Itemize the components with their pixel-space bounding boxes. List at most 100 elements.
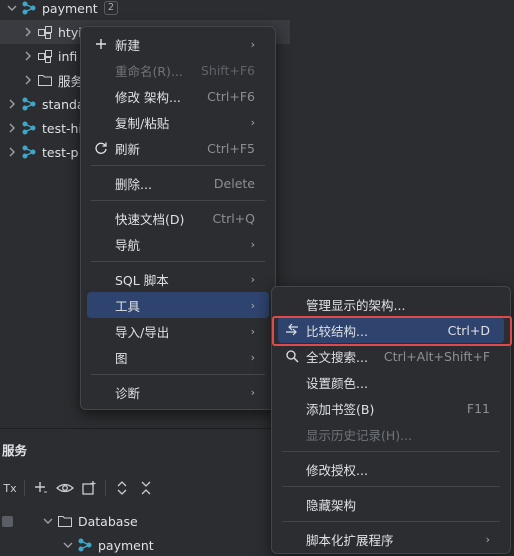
submenu-arrow-icon: › xyxy=(250,272,255,286)
menu-separator xyxy=(91,165,265,166)
schema-icon xyxy=(20,120,38,136)
chevron-down-icon[interactable] xyxy=(4,0,20,16)
menu-item-add-bookmark[interactable]: 添加书签(B) F11 xyxy=(278,395,504,421)
menu-item-modify-schema[interactable]: 修改 架构... Ctrl+F6 xyxy=(87,83,269,109)
menu-item-navigate[interactable]: 导航 › xyxy=(87,231,269,257)
service-item-database[interactable]: Database xyxy=(40,509,138,533)
chevron-right-icon[interactable] xyxy=(4,144,20,160)
eye-icon[interactable] xyxy=(53,477,77,499)
menu-separator xyxy=(91,374,265,375)
menu-item-set-color[interactable]: 设置颜色... xyxy=(278,369,504,395)
shortcut: Delete xyxy=(213,175,255,191)
menu-item-full-text-search[interactable]: 全文搜索... Ctrl+Alt+Shift+F xyxy=(278,343,504,369)
menu-item-label: SQL 脚本 xyxy=(115,272,169,288)
menu-item-scripted-extensions[interactable]: 脚本化扩展程序 › xyxy=(278,526,504,552)
submenu-arrow-icon: › xyxy=(250,385,255,399)
collapse-all-icon[interactable] xyxy=(134,477,158,499)
menu-item-delete[interactable]: 删除... Delete xyxy=(87,170,269,196)
tree-item-infi[interactable]: infi xyxy=(20,44,77,68)
menu-item-refresh[interactable]: 刷新 Ctrl+F5 xyxy=(87,135,269,161)
menu-item-label: 隐藏架构 xyxy=(306,497,357,513)
menu-item-label: 快速文档(D) xyxy=(115,211,185,227)
tree-item-htyi[interactable]: htyi xyxy=(20,20,82,44)
tree-label: payment xyxy=(98,537,154,553)
menu-item-diagram[interactable]: 图 › xyxy=(87,344,269,370)
schema-group-icon xyxy=(36,48,54,64)
menu-item-hide-schema[interactable]: 隐藏架构 xyxy=(278,491,504,517)
menu-item-label: 修改 架构... xyxy=(115,89,181,105)
menu-item-manage-schemas[interactable]: 管理显示的架构... xyxy=(278,291,504,317)
chevron-down-icon[interactable] xyxy=(40,513,56,529)
shortcut: Ctrl+D xyxy=(447,322,490,338)
tree-item-services[interactable]: 服务 xyxy=(20,68,83,92)
menu-item-import-export[interactable]: 导入/导出 › xyxy=(87,318,269,344)
menu-item-label: 删除... xyxy=(115,176,152,192)
add-icon[interactable] xyxy=(29,477,53,499)
chevron-right-icon[interactable] xyxy=(20,48,36,64)
folder-icon xyxy=(36,72,54,88)
menu-item-show-history[interactable]: 显示历史记录(H)... xyxy=(278,421,504,447)
menu-item-label: 比较结构... xyxy=(306,323,368,339)
menu-item-rename[interactable]: 重命名(R)... Shift+F6 xyxy=(87,57,269,83)
menu-item-tools[interactable]: 工具 › xyxy=(87,292,269,318)
tree-label: payment xyxy=(42,0,98,16)
chevron-right-icon[interactable] xyxy=(20,72,36,88)
schema-group-icon xyxy=(36,24,54,40)
submenu-arrow-icon: › xyxy=(250,298,255,312)
refresh-icon xyxy=(93,140,109,156)
service-item-payment[interactable]: payment xyxy=(60,533,154,556)
menu-item-label: 导航 xyxy=(115,237,141,253)
menu-separator xyxy=(91,200,265,201)
tx-button[interactable]: Tx xyxy=(0,477,20,499)
menu-item-label: 刷新 xyxy=(115,141,141,157)
tree-label: htyi xyxy=(58,24,82,40)
chevron-down-icon[interactable] xyxy=(60,537,76,553)
menu-item-compare-structure[interactable]: 比较结构... Ctrl+D xyxy=(278,317,504,343)
new-tab-icon[interactable] xyxy=(77,477,101,499)
submenu-arrow-icon: › xyxy=(250,324,255,338)
menu-item-modify-grants[interactable]: 修改授权... xyxy=(278,456,504,482)
search-icon xyxy=(284,348,300,364)
toolbar-separator xyxy=(105,480,106,496)
menu-item-diagnostics[interactable]: 诊断 › xyxy=(87,379,269,405)
tools-submenu: 管理显示的架构... 比较结构... Ctrl+D 全文搜索... Ctrl+A… xyxy=(271,286,511,554)
folder-icon xyxy=(56,513,74,529)
schema-icon xyxy=(20,144,38,160)
tree-item-test-h[interactable]: test-hi xyxy=(0,116,82,140)
tree-label: Database xyxy=(78,513,138,529)
panel-divider xyxy=(0,428,290,429)
chevron-right-icon[interactable] xyxy=(20,24,36,40)
shortcut: F11 xyxy=(466,400,490,416)
shortcut: Shift+F6 xyxy=(200,62,255,78)
expand-all-icon[interactable] xyxy=(110,477,134,499)
menu-item-label: 设置颜色... xyxy=(306,375,368,391)
menu-item-label: 导入/导出 xyxy=(115,324,170,340)
menu-item-label: 脚本化扩展程序 xyxy=(306,532,394,548)
menu-item-sql-scripts[interactable]: SQL 脚本 › xyxy=(87,266,269,292)
tree-label: test-hi xyxy=(42,120,82,136)
submenu-arrow-icon: › xyxy=(250,37,255,51)
menu-separator xyxy=(282,521,500,522)
tree-item-standa[interactable]: standa xyxy=(0,92,85,116)
chevron-right-icon[interactable] xyxy=(4,120,20,136)
submenu-arrow-icon: › xyxy=(250,237,255,251)
menu-item-new[interactable]: 新建 › xyxy=(87,31,269,57)
schema-icon xyxy=(20,0,38,16)
chevron-right-icon[interactable] xyxy=(4,96,20,112)
menu-item-label: 图 xyxy=(115,350,128,366)
services-toolbar: Tx xyxy=(0,476,158,500)
tree-root-payment[interactable]: payment 2 xyxy=(0,0,119,20)
menu-item-label: 显示历史记录(H)... xyxy=(306,427,413,443)
compare-icon xyxy=(284,322,300,338)
menu-item-label: 诊断 xyxy=(115,385,141,401)
tree-item-test-p[interactable]: test-p xyxy=(0,140,78,164)
shortcut: Ctrl+F6 xyxy=(207,88,255,104)
menu-item-copy-paste[interactable]: 复制/粘贴 › xyxy=(87,109,269,135)
menu-item-quick-doc[interactable]: 快速文档(D) Ctrl+Q xyxy=(87,205,269,231)
submenu-arrow-icon: › xyxy=(485,532,490,546)
menu-item-label: 添加书签(B) xyxy=(306,401,375,417)
menu-item-label: 修改授权... xyxy=(306,462,368,478)
menu-separator xyxy=(282,486,500,487)
shortcut: Ctrl+F5 xyxy=(207,140,255,156)
menu-separator xyxy=(91,261,265,262)
